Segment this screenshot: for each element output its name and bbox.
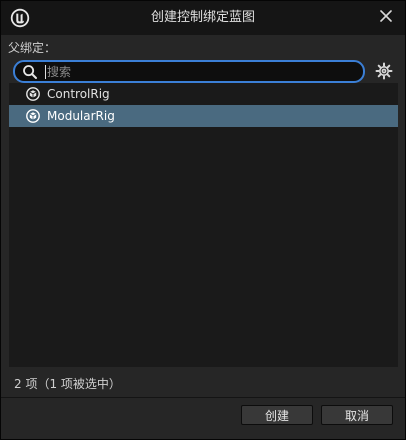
parent-rig-label: 父绑定： [8, 41, 57, 55]
footer-divider [1, 397, 405, 398]
close-button[interactable] [375, 7, 397, 27]
create-button[interactable]: 创建 [241, 405, 313, 425]
text-caret [45, 65, 46, 79]
control-rig-icon [26, 109, 40, 123]
title-bar[interactable]: 创建控制绑定蓝图 [1, 1, 405, 35]
settings-button[interactable] [375, 62, 393, 80]
search-input[interactable] [47, 62, 347, 81]
close-icon [380, 10, 392, 22]
dialog-title: 创建控制绑定蓝图 [150, 10, 255, 25]
search-box[interactable] [13, 60, 365, 83]
parent-rig-list: ControlRig ModularRig [9, 83, 398, 367]
create-control-rig-dialog: 创建控制绑定蓝图 父绑定： 搜索 ControlRig ModularRig 2… [0, 0, 406, 440]
cancel-button[interactable]: 取消 [321, 405, 393, 425]
search-icon [23, 65, 37, 79]
list-item-modularrig[interactable]: ModularRig [9, 105, 398, 127]
gear-icon [375, 62, 393, 80]
selection-status: 2 项（1 项被选中） [14, 377, 121, 391]
list-item-label: ControlRig [47, 87, 110, 101]
search-row [13, 60, 365, 83]
list-item-label: ModularRig [47, 109, 115, 123]
list-item-controlrig[interactable]: ControlRig [9, 83, 398, 105]
control-rig-icon [26, 87, 40, 101]
